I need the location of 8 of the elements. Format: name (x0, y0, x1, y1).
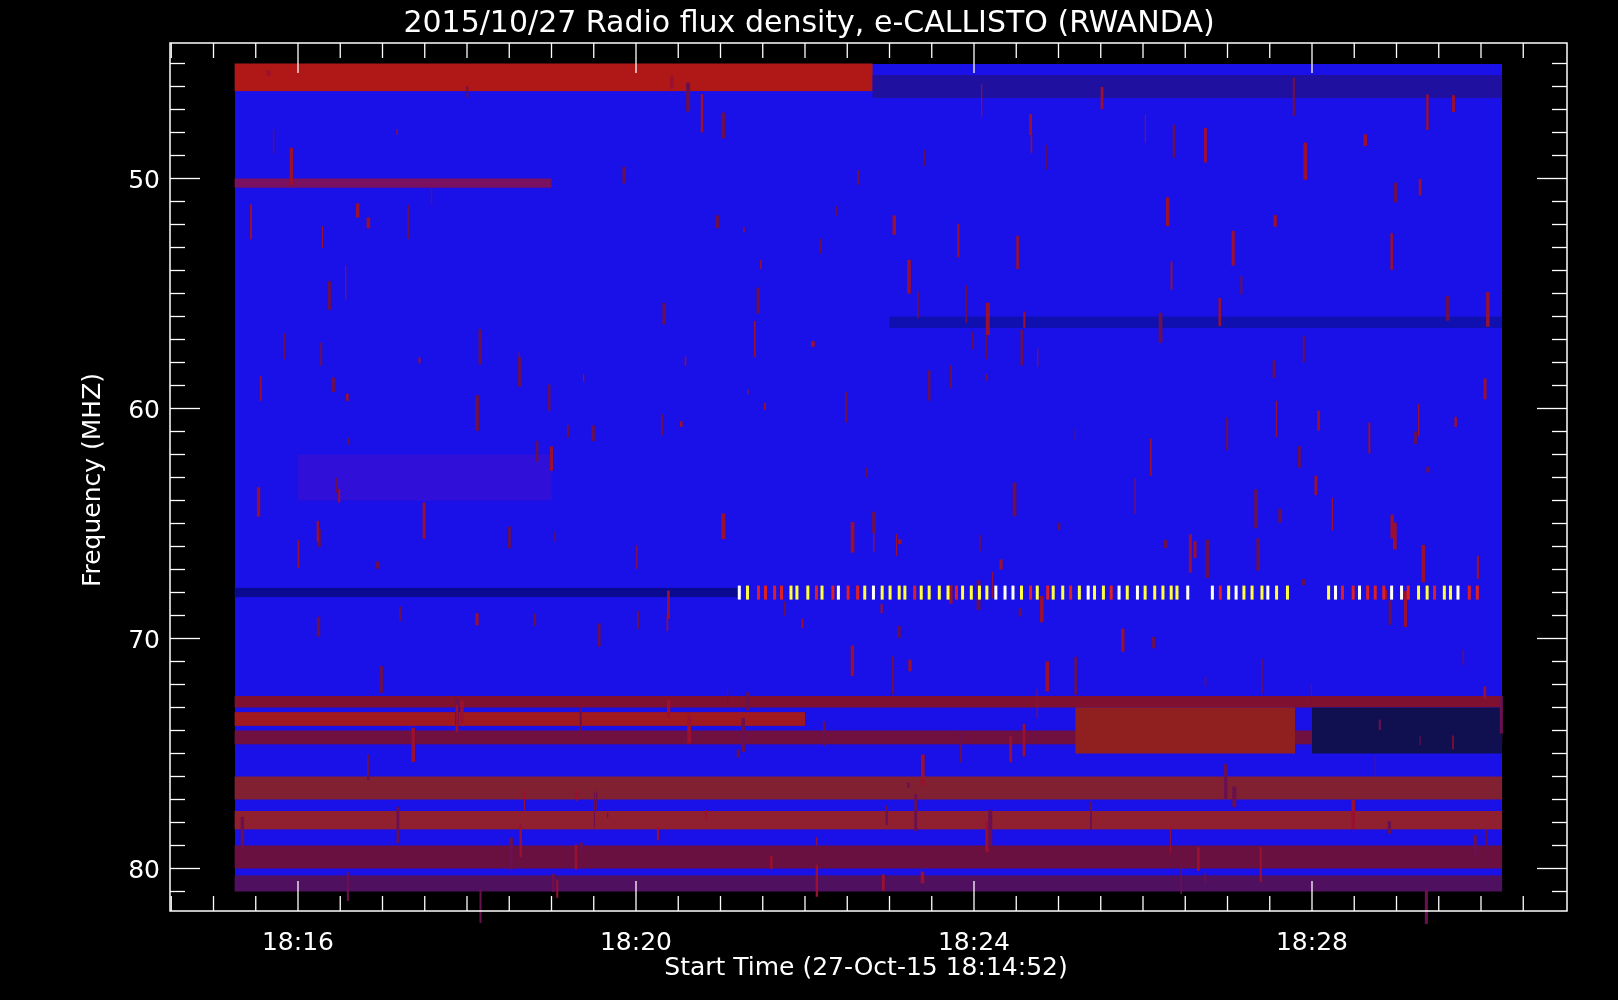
chart-title: 2015/10/27 Radio flux density, e-CALLISTO (RWANDA) (403, 4, 1215, 39)
axis-tick-label: 60 (128, 394, 160, 424)
axis-tick-label: 50 (128, 164, 160, 194)
axis-tick-label: 70 (128, 624, 160, 654)
axis-tick-label: 18:28 (1276, 927, 1348, 956)
axis-tick-label: 80 (128, 854, 160, 884)
axis-tick-label: 18:16 (262, 927, 334, 956)
y-axis-label: Frequency (MHZ) (77, 372, 106, 588)
